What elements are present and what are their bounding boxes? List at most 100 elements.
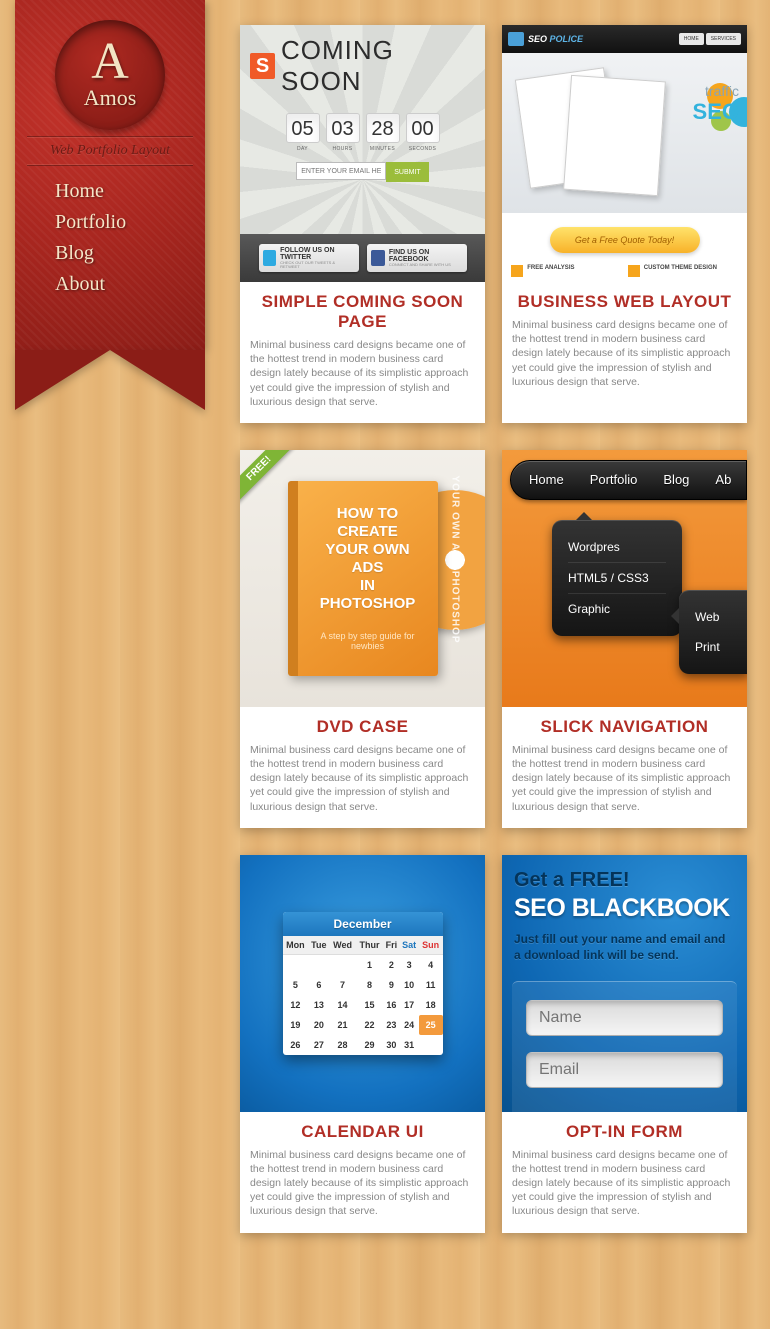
calendar-day[interactable]: 22 [356, 1015, 384, 1035]
coming-soon-headline: COMING SOON [281, 35, 475, 97]
calendar-day[interactable]: 21 [329, 1015, 355, 1035]
calendar-day[interactable]: 30 [383, 1035, 399, 1055]
calendar-day[interactable]: 5 [283, 975, 309, 995]
nav-btn[interactable]: SERVICES [706, 33, 741, 45]
dropdown: Web Print [679, 590, 747, 674]
optin-line1: Get a FREE! [514, 869, 735, 892]
portfolio-card[interactable]: S COMING SOON 05DAY03HOURS28MINUTES00SEC… [240, 25, 485, 423]
thumb-nav: Home Portfolio Blog Ab Wordpres HTML5 / … [502, 450, 747, 707]
nav-item[interactable]: Blog [663, 472, 689, 487]
portfolio-card[interactable]: Home Portfolio Blog Ab Wordpres HTML5 / … [502, 450, 747, 828]
calendar-day[interactable]: 15 [356, 995, 384, 1015]
portfolio-grid: S COMING SOON 05DAY03HOURS28MINUTES00SEC… [240, 25, 750, 1233]
card-title: SIMPLE COMING SOON PAGE [250, 292, 475, 332]
nav-item[interactable]: Home [529, 472, 564, 487]
nav-btn[interactable]: HOME [679, 33, 704, 45]
calendar-day[interactable]: 28 [329, 1035, 355, 1055]
dropdown-item[interactable]: Wordpres [568, 532, 666, 563]
card-desc: Minimal business card designs became one… [512, 743, 737, 814]
calendar-day[interactable]: 26 [283, 1035, 309, 1055]
calendar-day[interactable]: 13 [308, 995, 329, 1015]
calendar-day[interactable]: 6 [308, 975, 329, 995]
twitter-button[interactable]: FOLLOW US ON TWITTERCHECK OUT OUR TWEETS… [259, 244, 359, 272]
calendar-day[interactable]: 23 [383, 1015, 399, 1035]
facebook-button[interactable]: FIND US ON FACEBOOKCONNECT AND SHARE WIT… [367, 244, 467, 272]
optin-line3: Just fill out your name and email and a … [514, 931, 735, 963]
card-desc: Minimal business card designs became one… [250, 743, 475, 814]
countdown-unit: 05DAY [286, 113, 320, 152]
portfolio-card[interactable]: Get a FREE! SEO BLACKBOOK Just fill out … [502, 855, 747, 1233]
card-title: BUSINESS WEB LAYOUT [512, 292, 737, 312]
twitter-icon [263, 250, 277, 266]
calendar-day[interactable]: 9 [383, 975, 399, 995]
calendar-day [419, 1035, 443, 1055]
calendar-day[interactable]: 4 [419, 954, 443, 975]
card-title: SLICK NAVIGATION [512, 717, 737, 737]
logo: A Amos [55, 20, 165, 130]
calendar-day [308, 954, 329, 975]
calendar-day[interactable]: 12 [283, 995, 309, 1015]
logo-name: Amos [84, 85, 137, 111]
card-title: CALENDAR UI [250, 1122, 475, 1142]
nav-home[interactable]: Home [55, 176, 205, 207]
calendar-day[interactable]: 27 [308, 1035, 329, 1055]
countdown-unit: 28MINUTES [366, 113, 400, 152]
calendar-day[interactable]: 2 [383, 954, 399, 975]
email-input[interactable] [526, 1052, 723, 1088]
calendar-day[interactable]: 8 [356, 975, 384, 995]
s-badge-icon: S [250, 53, 275, 79]
dropdown-item[interactable]: Graphic [568, 594, 666, 624]
calendar-day [329, 954, 355, 975]
calendar-day[interactable]: 17 [399, 995, 418, 1015]
calendar-day[interactable]: 3 [399, 954, 418, 975]
calendar-day [283, 954, 309, 975]
calendar-day[interactable]: 16 [383, 995, 399, 1015]
email-input[interactable] [296, 162, 386, 180]
thumb-optin: Get a FREE! SEO BLACKBOOK Just fill out … [502, 855, 747, 1112]
nav-item[interactable]: Ab [715, 472, 731, 487]
thumb-coming-soon: S COMING SOON 05DAY03HOURS28MINUTES00SEC… [240, 25, 485, 282]
countdown-unit: 00SECONDS [406, 113, 440, 152]
nav-item[interactable]: Portfolio [590, 472, 638, 487]
name-input[interactable] [526, 1000, 723, 1036]
dropdown-item[interactable]: Print [695, 632, 733, 662]
calendar-day[interactable]: 20 [308, 1015, 329, 1035]
thumb-business: SEO POLICE HOMESERVICES trafficSEO Get a… [502, 25, 747, 282]
paper-icon [563, 75, 666, 196]
calendar-day[interactable]: 1 [356, 954, 384, 975]
calendar-day[interactable]: 25 [419, 1015, 443, 1035]
calendar-day[interactable]: 29 [356, 1035, 384, 1055]
card-desc: Minimal business card designs became one… [250, 1148, 475, 1219]
seo-logo: SEO POLICE [528, 34, 583, 44]
calendar-day[interactable]: 7 [329, 975, 355, 995]
portfolio-card[interactable]: SEO POLICE HOMESERVICES trafficSEO Get a… [502, 25, 747, 423]
calendar-day[interactable]: 18 [419, 995, 443, 1015]
shield-icon [508, 32, 524, 46]
calendar-day[interactable]: 19 [283, 1015, 309, 1035]
calendar-day[interactable]: 10 [399, 975, 418, 995]
submit-button[interactable]: SUBMIT [386, 162, 428, 182]
nav-about[interactable]: About [55, 269, 205, 300]
calendar-widget: December MonTueWedThurFriSatSun123456789… [283, 912, 443, 1055]
cta-button[interactable]: Get a Free Quote Today! [550, 227, 700, 253]
calendar-day[interactable]: 11 [419, 975, 443, 995]
card-desc: Minimal business card designs became one… [512, 1148, 737, 1219]
calendar-day[interactable]: 24 [399, 1015, 418, 1035]
analysis-icon [511, 265, 523, 277]
nav-blog[interactable]: Blog [55, 238, 205, 269]
facebook-icon [371, 250, 385, 266]
theme-icon [628, 265, 640, 277]
dropdown: Wordpres HTML5 / CSS3 Graphic [552, 520, 682, 636]
portfolio-card[interactable]: December MonTueWedThurFriSatSun123456789… [240, 855, 485, 1233]
calendar-day[interactable]: 31 [399, 1035, 418, 1055]
dropdown-item[interactable]: HTML5 / CSS3 [568, 563, 666, 594]
portfolio-card[interactable]: FREE! YOUR OWN ADS PHOTOSHOP HOW TO CREA… [240, 450, 485, 828]
nav-portfolio[interactable]: Portfolio [55, 207, 205, 238]
free-ribbon: FREE! [240, 450, 294, 504]
nav-bar: Home Portfolio Blog Ab [510, 460, 747, 500]
calendar-day[interactable]: 14 [329, 995, 355, 1015]
dropdown-item[interactable]: Web [695, 602, 733, 632]
card-desc: Minimal business card designs became one… [250, 338, 475, 409]
card-title: DVD CASE [250, 717, 475, 737]
optin-line2: SEO BLACKBOOK [514, 894, 735, 923]
